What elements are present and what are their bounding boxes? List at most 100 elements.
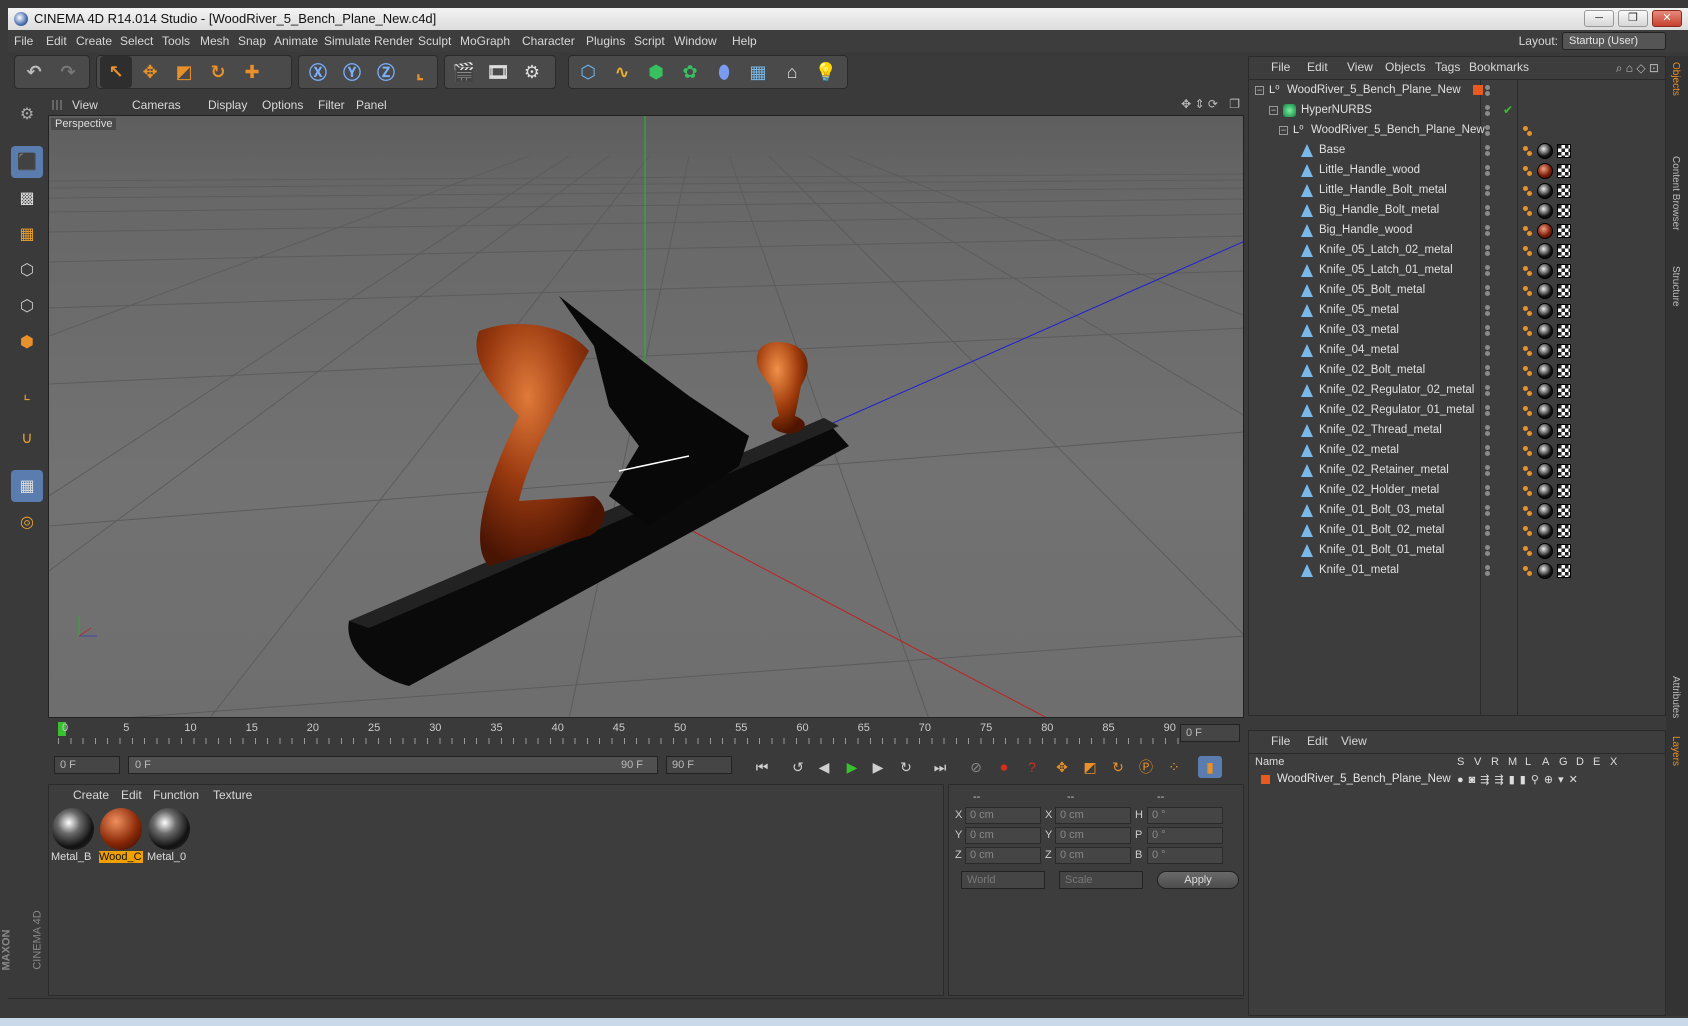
editor-visibility-dot[interactable]: [1485, 165, 1490, 170]
material-tag-icon[interactable]: [1537, 283, 1553, 299]
editor-visibility-dot[interactable]: [1485, 285, 1490, 290]
uvw-tag-icon[interactable]: [1557, 164, 1571, 178]
layer-menu-view[interactable]: View: [1341, 734, 1367, 748]
visibility-dots[interactable]: [1485, 465, 1499, 477]
phong-tag-icon[interactable]: [1523, 566, 1533, 576]
render-view-icon[interactable]: 🎬: [448, 56, 480, 88]
x-axis-icon[interactable]: Ⓧ: [302, 56, 334, 88]
layout-dropdown[interactable]: Startup (User): [1562, 32, 1666, 50]
coord-value-field[interactable]: 0 cm: [965, 807, 1041, 824]
object-row[interactable]: − HyperNURBS ✔: [1249, 101, 1665, 121]
keyframe-selection-icon[interactable]: ?: [1020, 756, 1044, 778]
viewport-nav-icons[interactable]: ✥ ⇕ ⟳: [1181, 97, 1218, 111]
render-visibility-dot[interactable]: [1485, 471, 1490, 476]
editor-visibility-dot[interactable]: [1485, 485, 1490, 490]
object-menu-file[interactable]: File: [1271, 60, 1290, 74]
phong-tag-icon[interactable]: [1523, 346, 1533, 356]
material-swatch[interactable]: Metal_0: [147, 807, 191, 865]
material-tag-icon[interactable]: [1537, 383, 1553, 399]
visibility-dots[interactable]: [1485, 245, 1499, 257]
render-visibility-dot[interactable]: [1485, 91, 1490, 96]
texture-mode-icon[interactable]: ▩: [11, 182, 43, 214]
object-menu-view[interactable]: View: [1347, 60, 1373, 74]
render-visibility-dot[interactable]: [1485, 411, 1490, 416]
object-menu-tags[interactable]: Tags: [1435, 60, 1460, 74]
visibility-dots[interactable]: [1485, 405, 1499, 417]
uvw-tag-icon[interactable]: [1557, 444, 1571, 458]
material-preview[interactable]: [52, 808, 94, 850]
render-picture-viewer-icon[interactable]: 🎞: [482, 56, 514, 88]
render-visibility-dot[interactable]: [1485, 111, 1490, 116]
material-swatch[interactable]: Metal_B: [51, 807, 95, 865]
editor-visibility-dot[interactable]: [1485, 85, 1490, 90]
maximize-viewport-icon[interactable]: ❐: [1229, 97, 1240, 111]
rotation-key-icon[interactable]: ↻: [1106, 756, 1130, 778]
object-row[interactable]: Little_Handle_Bolt_metal: [1249, 181, 1665, 201]
visibility-dots[interactable]: [1485, 145, 1499, 157]
render-visibility-dot[interactable]: [1485, 171, 1490, 176]
magnet-icon[interactable]: ∪: [11, 422, 43, 454]
material-tag-icon[interactable]: [1537, 183, 1553, 199]
material-tag-icon[interactable]: [1537, 343, 1553, 359]
visibility-dots[interactable]: [1485, 545, 1499, 557]
coord-value-field[interactable]: 0 cm: [1055, 807, 1131, 824]
minimize-button[interactable]: ─: [1584, 10, 1614, 27]
viewport-menu-panel[interactable]: Panel: [356, 98, 387, 112]
material-tag-icon[interactable]: [1537, 203, 1553, 219]
object-row[interactable]: Base: [1249, 141, 1665, 161]
autokey-icon[interactable]: ⏺: [992, 756, 1016, 778]
editor-visibility-dot[interactable]: [1485, 445, 1490, 450]
layer-column-header[interactable]: E: [1593, 756, 1600, 768]
menu-mesh[interactable]: Mesh: [200, 34, 229, 48]
render-visibility-dot[interactable]: [1485, 271, 1490, 276]
fold-toggle[interactable]: −: [1269, 106, 1278, 115]
object-row[interactable]: Big_Handle_Bolt_metal: [1249, 201, 1665, 221]
edges-mode-icon[interactable]: ⬡: [11, 290, 43, 322]
apply-button[interactable]: Apply: [1157, 871, 1239, 889]
move-icon[interactable]: ✥: [134, 56, 166, 88]
record-active-icon[interactable]: ⊘: [964, 756, 988, 778]
object-row[interactable]: Knife_04_metal: [1249, 341, 1665, 361]
render-visibility-dot[interactable]: [1485, 531, 1490, 536]
scale-dropdown[interactable]: Scale: [1059, 871, 1143, 889]
render-visibility-dot[interactable]: [1485, 211, 1490, 216]
phong-tag-icon[interactable]: [1523, 306, 1533, 316]
layer-color-swatch[interactable]: [1473, 85, 1483, 95]
uvw-tag-icon[interactable]: [1557, 264, 1571, 278]
side-tab-layers[interactable]: Layers: [1670, 736, 1681, 766]
menu-help[interactable]: Help: [732, 34, 757, 48]
object-row[interactable]: Little_Handle_wood: [1249, 161, 1665, 181]
array-icon[interactable]: ✿: [674, 56, 706, 88]
editor-visibility-dot[interactable]: [1485, 465, 1490, 470]
editor-visibility-dot[interactable]: [1485, 385, 1490, 390]
nurbs-icon[interactable]: ⬢: [640, 56, 672, 88]
visibility-dots[interactable]: [1485, 205, 1499, 217]
recent-tool-icon[interactable]: ✚: [236, 56, 268, 88]
start-frame-field[interactable]: 0 F: [54, 756, 120, 774]
coord-value-field[interactable]: 0 °: [1147, 827, 1223, 844]
render-visibility-dot[interactable]: [1485, 131, 1490, 136]
material-tag-icon[interactable]: [1537, 463, 1553, 479]
next-frame-icon[interactable]: ▶: [866, 756, 890, 778]
editor-visibility-dot[interactable]: [1485, 505, 1490, 510]
rotate-icon[interactable]: ↻: [202, 56, 234, 88]
visibility-dots[interactable]: [1485, 185, 1499, 197]
viewport-menu-display[interactable]: Display: [208, 98, 247, 112]
render-visibility-dot[interactable]: [1485, 511, 1490, 516]
editor-visibility-dot[interactable]: [1485, 345, 1490, 350]
editor-visibility-dot[interactable]: [1485, 405, 1490, 410]
material-menu-create[interactable]: Create: [73, 788, 109, 802]
render-visibility-dot[interactable]: [1485, 391, 1490, 396]
parameter-key-icon[interactable]: Ⓟ: [1134, 756, 1158, 778]
phong-tag-icon[interactable]: [1523, 186, 1533, 196]
z-axis-icon[interactable]: Ⓩ: [370, 56, 402, 88]
layer-column-header[interactable]: L: [1525, 756, 1531, 768]
uvw-tag-icon[interactable]: [1557, 224, 1571, 238]
material-tag-icon[interactable]: [1537, 323, 1553, 339]
object-row[interactable]: Knife_01_Bolt_01_metal: [1249, 541, 1665, 561]
render-settings-icon[interactable]: ⚙: [516, 56, 548, 88]
material-tag-icon[interactable]: [1537, 303, 1553, 319]
visibility-dots[interactable]: [1485, 385, 1499, 397]
material-tag-icon[interactable]: [1537, 223, 1553, 239]
uvw-tag-icon[interactable]: [1557, 144, 1571, 158]
